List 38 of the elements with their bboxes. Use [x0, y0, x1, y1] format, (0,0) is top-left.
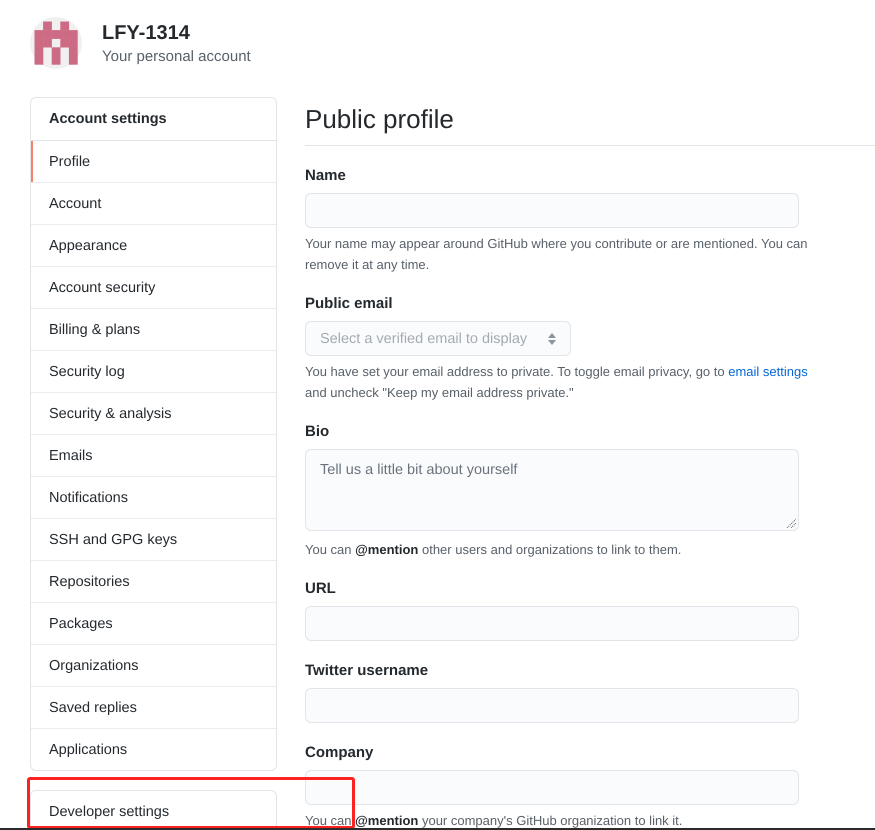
- menu-item[interactable]: Packages: [31, 602, 276, 644]
- field-label: URL: [305, 579, 337, 599]
- menu-item[interactable]: Profile: [31, 141, 276, 182]
- field-label: Company: [305, 743, 374, 763]
- menu-item[interactable]: Account security: [31, 266, 276, 308]
- page-title: Public profile: [305, 97, 875, 146]
- help-text: Your name may appear around GitHub where you contribute or are mentioned. You can remove it at any time.: [305, 235, 809, 274]
- menu-item[interactable]: Notifications: [31, 476, 276, 518]
- account-subtitle: Your personal account: [102, 47, 251, 67]
- menu-item[interactable]: Developer settings: [31, 791, 276, 828]
- menu-item[interactable]: Security log: [31, 350, 276, 392]
- menu-item[interactable]: Organizations: [31, 644, 276, 686]
- field-label: Twitter username: [305, 661, 430, 681]
- help-text: You can @mention other users and organizations to link to them.: [305, 541, 682, 559]
- menu-item[interactable]: Repositories: [31, 560, 276, 602]
- menu-item[interactable]: SSH and GPG keys: [31, 518, 276, 560]
- textarea-field[interactable]: Tell us a little bit about yourself: [305, 449, 799, 531]
- input-field[interactable]: [305, 688, 799, 723]
- account-name: LFY-1314: [102, 21, 191, 45]
- field-label: Public email: [305, 294, 394, 314]
- help-text: You can @mention your company's GitHub organization to link it.: [305, 812, 684, 828]
- menu-item[interactable]: Security & analysis: [31, 392, 276, 434]
- help-text: You have set your email address to private. To toggle email privacy, go to email settings and uncheck "Keep my email address private.": [305, 363, 809, 402]
- menu-item[interactable]: Billing & plans: [31, 308, 276, 350]
- menu-heading: Account settings: [31, 98, 276, 141]
- menu-item[interactable]: Account: [31, 182, 276, 224]
- field-label: Name: [305, 166, 347, 186]
- menu-item[interactable]: Applications: [31, 728, 276, 770]
- menu-item[interactable]: Appearance: [31, 224, 276, 266]
- field-label: Bio: [305, 422, 330, 442]
- input-field[interactable]: [305, 193, 799, 228]
- resize-handle-icon[interactable]: [786, 518, 796, 528]
- menu-item[interactable]: Saved replies: [31, 686, 276, 728]
- input-field[interactable]: [305, 770, 799, 805]
- sort-caret-icon: [548, 332, 556, 344]
- menu-item[interactable]: Emails: [31, 434, 276, 476]
- avatar-icon: [30, 17, 82, 69]
- input-field[interactable]: [305, 606, 799, 641]
